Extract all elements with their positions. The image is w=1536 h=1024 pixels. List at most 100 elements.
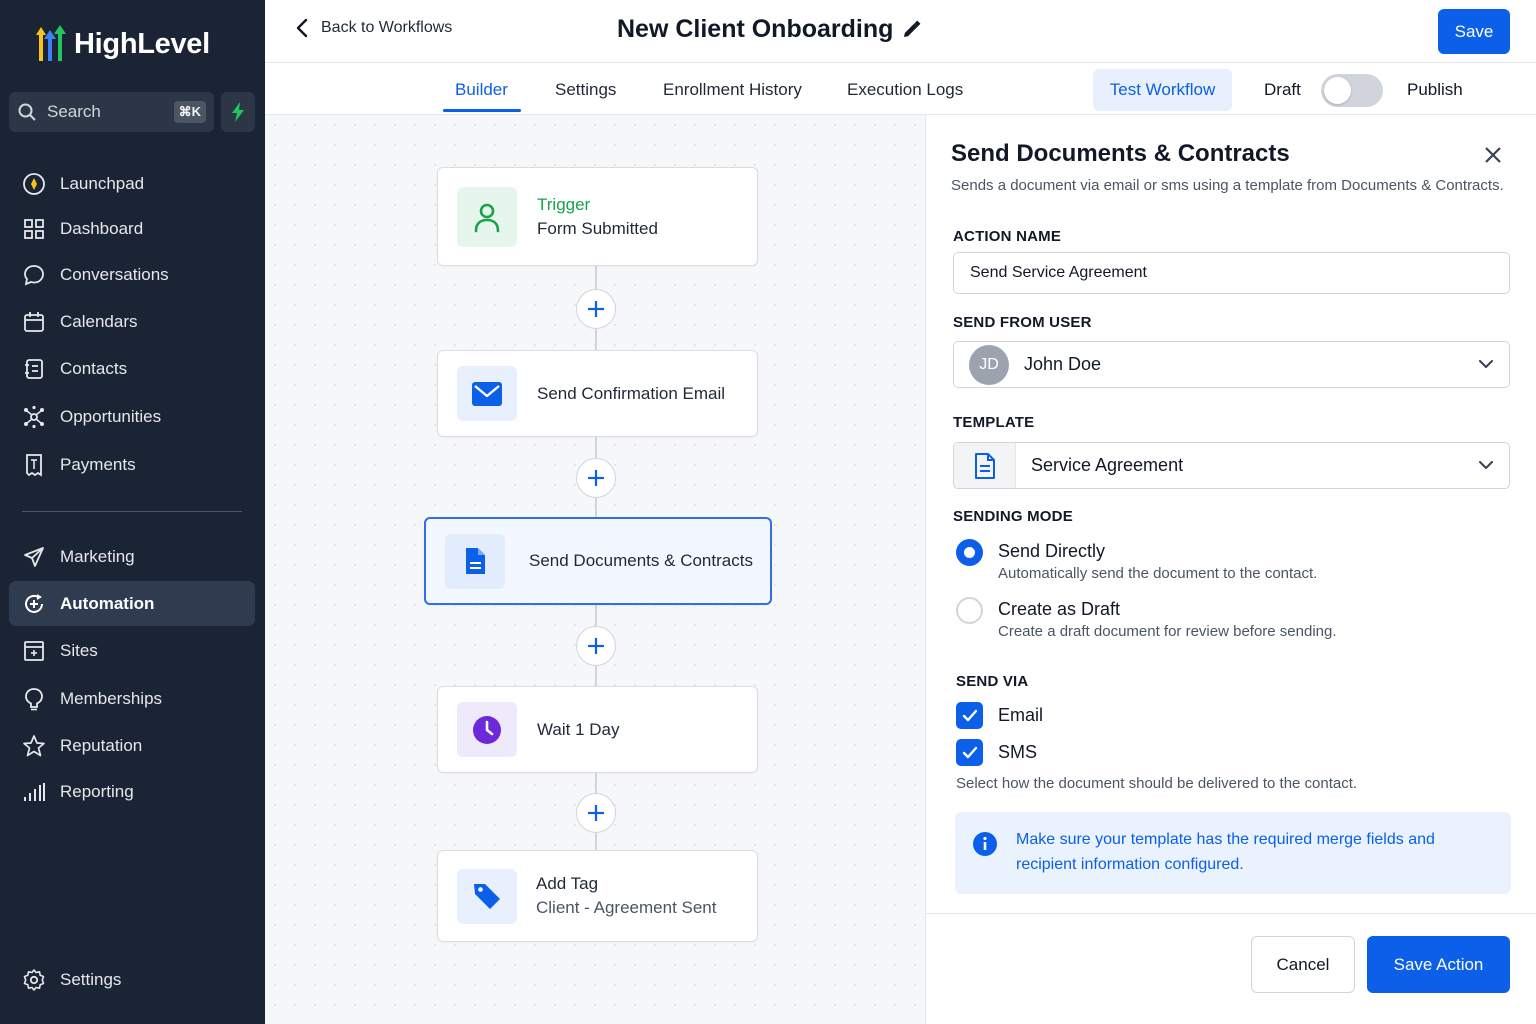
save-workflow-button[interactable]: Save (1438, 9, 1510, 54)
step-node-wait[interactable]: Wait 1 Day (437, 686, 758, 773)
plus-icon (588, 805, 604, 821)
add-tag-subtitle: Client - Agreement Sent (536, 898, 717, 917)
info-alert: Make sure your template has the required… (955, 812, 1511, 894)
sidebar-item-contacts[interactable]: Contacts (9, 346, 255, 391)
sidebar-item-label: Calendars (60, 311, 138, 331)
info-icon (973, 832, 997, 856)
tab-enrollment-history[interactable]: Enrollment History (663, 80, 802, 100)
publish-toggle[interactable] (1321, 74, 1383, 107)
gear-icon (22, 968, 46, 992)
sidebar-item-label: Dashboard (60, 218, 144, 238)
launchpad-icon (22, 172, 46, 196)
chat-bubble-icon (22, 263, 46, 287)
sidebar-item-label: Contacts (60, 358, 128, 378)
template-icon-box (954, 443, 1016, 488)
test-workflow-button[interactable]: Test Workflow (1093, 69, 1232, 111)
save-action-button[interactable]: Save Action (1367, 936, 1510, 993)
cancel-button[interactable]: Cancel (1251, 936, 1355, 993)
close-panel-button[interactable] (1483, 145, 1503, 170)
sidebar-item-marketing[interactable]: Marketing (9, 534, 255, 579)
sidebar-item-reporting[interactable]: Reporting (9, 769, 255, 814)
edit-title-button[interactable] (901, 20, 921, 45)
sidebar-item-label: Conversations (60, 264, 169, 284)
checkbox-sms[interactable]: SMS (956, 739, 1037, 766)
radio-button-selected[interactable] (956, 539, 983, 566)
send-from-user-select[interactable]: JD John Doe (953, 341, 1510, 388)
email-icon-box (457, 366, 517, 421)
toggle-knob (1324, 77, 1351, 104)
sidebar-item-conversations[interactable]: Conversations (9, 252, 255, 297)
person-icon (474, 203, 500, 232)
sidebar-item-settings[interactable]: Settings (9, 957, 255, 1002)
add-step-button[interactable] (576, 793, 616, 833)
clock-icon-box (457, 702, 517, 757)
search-input[interactable]: Search ⌘K (9, 92, 214, 132)
back-to-workflows-link[interactable]: Back to Workflows (295, 18, 452, 38)
selected-template: Service Agreement (1031, 455, 1184, 475)
radio-send-directly[interactable]: Send Directly Automatically send the doc… (956, 539, 1317, 582)
action-name-input[interactable]: Send Service Agreement (953, 252, 1510, 294)
checkbox-checked[interactable] (956, 739, 983, 766)
shortcut-badge: ⌘K (173, 101, 206, 123)
sidebar-item-label: Payments (60, 454, 136, 474)
sidebar-item-label: Launchpad (60, 173, 145, 193)
send-via-helper-text: Select how the document should be delive… (956, 775, 1358, 792)
trigger-node[interactable]: Trigger Form Submitted (437, 167, 758, 266)
sidebar-item-label: Sites (60, 640, 98, 660)
payments-icon (22, 453, 46, 477)
sidebar-item-opportunities[interactable]: Opportunities (9, 394, 255, 439)
sending-mode-label: SENDING MODE (953, 508, 1073, 525)
radio-button[interactable] (956, 597, 983, 624)
step-node-add-tag[interactable]: Add Tag Client - Agreement Sent (437, 850, 758, 942)
document-icon (466, 548, 485, 574)
panel-title: Send Documents & Contracts (951, 140, 1290, 167)
radio-create-as-draft[interactable]: Create as Draft Create a draft document … (956, 597, 1337, 640)
send-icon (22, 545, 46, 569)
tab-execution-logs[interactable]: Execution Logs (847, 80, 963, 100)
step-node-send-email[interactable]: Send Confirmation Email (437, 350, 758, 437)
checkmark-icon (962, 709, 977, 722)
active-tab-indicator (443, 109, 521, 112)
sidebar-item-payments[interactable]: Payments (9, 442, 255, 487)
lightning-icon (232, 102, 244, 122)
radio-title: Send Directly (998, 541, 1106, 561)
add-step-button[interactable] (576, 289, 616, 329)
highlevel-logo[interactable]: HighLevel (30, 22, 210, 66)
sidebar-item-label: Automation (60, 593, 155, 613)
sidebar-item-launchpad[interactable]: Launchpad (9, 161, 255, 206)
sidebar-item-label: Memberships (60, 688, 163, 708)
add-step-button[interactable] (576, 626, 616, 666)
document-icon-box (445, 533, 505, 589)
sidebar: HighLevel Search ⌘K Launchpad Dashboard … (0, 0, 265, 1024)
sidebar-item-calendars[interactable]: Calendars (9, 299, 255, 344)
checkbox-email[interactable]: Email (956, 702, 1043, 729)
bar-chart-icon (22, 780, 46, 804)
sidebar-item-sites[interactable]: Sites (9, 628, 255, 673)
add-tag-title: Add Tag (536, 874, 599, 893)
step-node-send-documents[interactable]: Send Documents & Contracts (424, 517, 772, 605)
sidebar-item-dashboard[interactable]: Dashboard (9, 206, 255, 251)
sidebar-item-label: Settings (60, 969, 122, 989)
template-select[interactable]: Service Agreement (953, 442, 1510, 489)
sidebar-item-memberships[interactable]: Memberships (9, 676, 255, 721)
add-step-button[interactable] (576, 458, 616, 498)
memberships-icon (22, 687, 46, 711)
send-via-label: SEND VIA (956, 673, 1029, 690)
tab-settings[interactable]: Settings (555, 80, 616, 100)
trigger-subtitle: Form Submitted (537, 218, 658, 238)
checkbox-checked[interactable] (956, 702, 983, 729)
template-label: TEMPLATE (953, 414, 1035, 431)
sidebar-item-automation[interactable]: Automation (9, 581, 255, 626)
tag-icon (474, 884, 500, 909)
radio-description: Create a draft document for review befor… (998, 623, 1337, 640)
publish-label: Publish (1407, 80, 1463, 99)
sidebar-item-reputation[interactable]: Reputation (9, 723, 255, 768)
checkbox-label: Email (998, 705, 1044, 725)
document-outline-icon (974, 452, 995, 479)
tab-builder[interactable]: Builder (455, 80, 508, 100)
workflow-canvas[interactable]: Trigger Form Submitted Send Confirmation… (265, 115, 925, 1024)
sidebar-item-label: Reputation (60, 735, 143, 755)
draft-label: Draft (1264, 80, 1301, 99)
checkbox-label: SMS (998, 742, 1038, 762)
quick-actions-button[interactable] (221, 92, 255, 132)
